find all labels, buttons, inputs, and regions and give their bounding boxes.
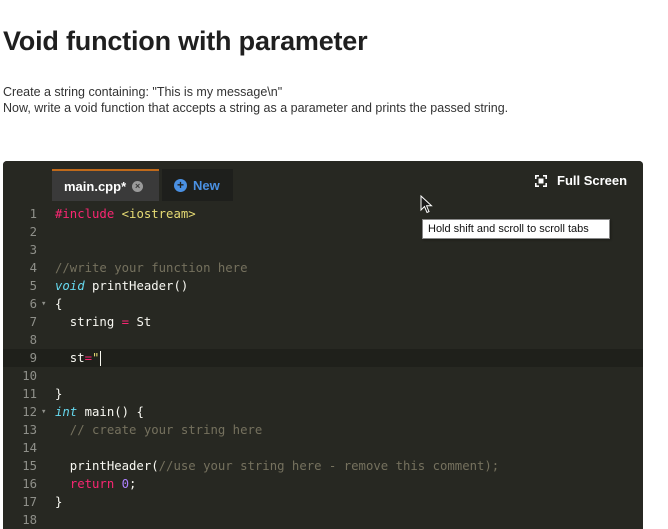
code-token: void <box>55 279 85 293</box>
code-token: #include <box>55 207 122 221</box>
fold-arrow-icon[interactable]: ▾ <box>41 295 46 313</box>
code-text: #include <iostream> <box>55 205 196 223</box>
code-token: 0 <box>121 477 130 491</box>
line-number: 7 <box>29 315 37 329</box>
fold-arrow-icon[interactable]: ▾ <box>41 403 46 421</box>
code-line[interactable]: 15 printHeader(//use your string here - … <box>3 457 643 475</box>
code-text: int main() { <box>55 403 144 421</box>
code-line[interactable]: 16 return 0; <box>3 475 643 493</box>
code-line[interactable]: 12 ▾ int main() { <box>3 403 643 421</box>
new-tab-label: New <box>193 177 220 193</box>
page-title: Void function with parameter <box>3 26 368 56</box>
instruction-line-1: Create a string containing: "This is my … <box>3 85 283 99</box>
tab-label: main.cpp* <box>64 178 127 194</box>
code-line[interactable]: 5 void printHeader() <box>3 277 643 295</box>
code-token: } <box>55 387 63 401</box>
code-line[interactable]: 7 string = St <box>3 313 643 331</box>
line-number: 9 <box>29 351 37 365</box>
code-text: string = St <box>55 313 151 331</box>
code-text: { <box>55 295 62 313</box>
code-text: } <box>55 493 62 511</box>
fullscreen-label: Full Screen <box>557 173 628 188</box>
line-number: 1 <box>29 207 37 221</box>
mouse-pointer-icon <box>420 195 433 214</box>
code-line[interactable]: 11} <box>3 385 643 403</box>
code-text: printHeader(//use your string here - rem… <box>55 457 499 475</box>
code-line[interactable]: 14 <box>3 439 643 457</box>
instructions: Create a string containing: "This is my … <box>3 84 508 116</box>
text-cursor <box>100 351 102 366</box>
line-number: 4 <box>29 261 37 275</box>
code-token: // create your string here <box>55 423 263 437</box>
line-number: 14 <box>22 441 37 455</box>
code-line[interactable]: 8 <box>3 331 643 349</box>
code-token: //use your string here - remove this com… <box>158 459 500 473</box>
line-number: 18 <box>22 513 37 527</box>
code-editor: main.cpp* × + New Full Screen 1 #include … <box>3 161 643 529</box>
line-number: 8 <box>29 333 37 347</box>
line-number: 11 <box>22 387 37 401</box>
code-token: //write your function here <box>55 261 248 275</box>
code-line[interactable]: 18 <box>3 511 643 529</box>
code-token: printHeader( <box>55 459 159 473</box>
code-area[interactable]: 1 #include <iostream> 2 3 4 //write your func… <box>3 201 643 529</box>
line-number: 16 <box>22 477 37 491</box>
code-text: void printHeader() <box>55 277 188 295</box>
code-token: <iostream> <box>121 207 196 221</box>
line-number: 13 <box>22 423 37 437</box>
code-token: string <box>55 315 122 329</box>
line-number: 12 <box>22 405 37 419</box>
line-number: 15 <box>22 459 37 473</box>
line-number: 5 <box>29 279 37 293</box>
close-icon[interactable]: × <box>132 180 144 192</box>
code-text: st=" <box>55 349 102 367</box>
code-text: } <box>55 385 62 403</box>
code-token: ; <box>129 477 137 491</box>
instruction-line-2: Now, write a void function that accepts … <box>3 101 509 115</box>
line-number: 10 <box>22 369 37 383</box>
tab-bar: main.cpp* × + New Full Screen <box>3 161 643 201</box>
line-number: 6 <box>29 297 37 311</box>
code-token: printHeader() <box>84 279 189 293</box>
code-token: return <box>69 477 115 491</box>
code-line[interactable]: 6 ▾ { <box>3 295 643 313</box>
code-token: } <box>55 495 63 509</box>
code-text: //write your function here <box>55 259 248 277</box>
code-token: St <box>129 315 152 329</box>
code-line[interactable]: 10 <box>3 367 643 385</box>
line-number: 2 <box>29 225 37 239</box>
code-text: return 0; <box>55 475 137 493</box>
code-token: = <box>84 351 93 365</box>
code-token: { <box>55 297 63 311</box>
tooltip: Hold shift and scroll to scroll tabs <box>422 219 610 239</box>
code-text: // create your string here <box>55 421 263 439</box>
code-line[interactable]: 13 // create your string here <box>3 421 643 439</box>
fullscreen-icon <box>535 174 547 187</box>
code-token: " <box>92 351 100 365</box>
code-line[interactable]: 17} <box>3 493 643 511</box>
code-line[interactable]: 4 //write your function here <box>3 259 643 277</box>
code-token: = <box>121 315 130 329</box>
new-tab-button[interactable]: + New <box>162 169 233 201</box>
code-line[interactable]: 9 st=" <box>3 349 643 367</box>
code-line[interactable]: 3 <box>3 241 643 259</box>
code-token: st <box>55 351 85 365</box>
line-number: 3 <box>29 243 37 257</box>
tab-main-cpp[interactable]: main.cpp* × <box>52 169 159 201</box>
code-token: main() { <box>77 405 144 419</box>
code-token: int <box>55 405 78 419</box>
line-number: 17 <box>22 495 37 509</box>
fullscreen-button[interactable]: Full Screen <box>535 173 627 188</box>
plus-circle-icon: + <box>174 178 187 192</box>
